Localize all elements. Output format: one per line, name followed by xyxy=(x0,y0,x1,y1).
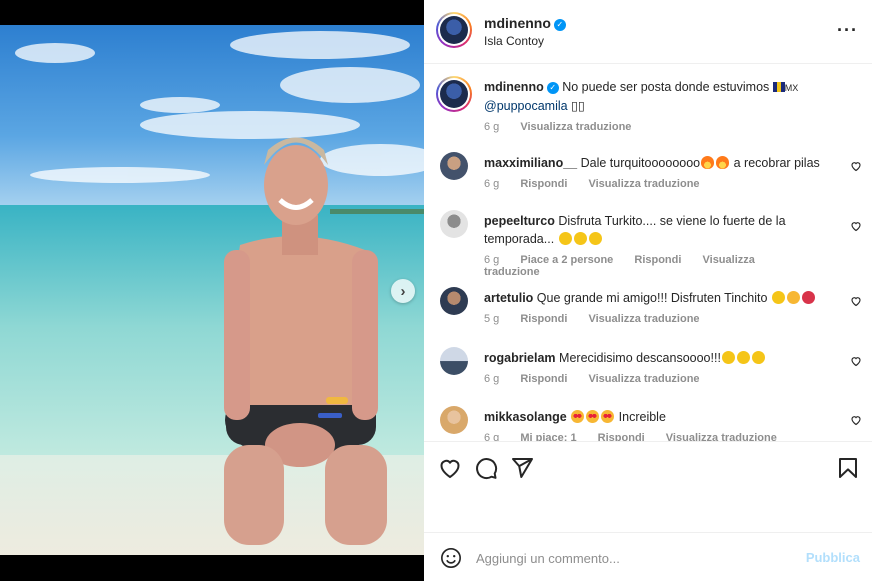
caption-tail: ▯▯ xyxy=(571,99,585,113)
comment-text: Increible xyxy=(618,410,666,424)
share-icon[interactable] xyxy=(510,456,534,480)
comment-text: Dale turquitoooooooo xyxy=(580,156,701,170)
comment-text-tail: a recobrar pilas xyxy=(733,156,820,170)
translate-link[interactable]: Visualizza traduzione xyxy=(588,373,699,385)
likes-count[interactable]: Piace a 2 persone xyxy=(520,254,613,266)
next-photo-button[interactable]: › xyxy=(391,279,415,303)
reply-link[interactable]: Rispondi xyxy=(520,178,567,190)
heart-eyes-emoji xyxy=(586,410,600,423)
clap-emoji xyxy=(736,351,750,364)
comment-icon[interactable] xyxy=(474,456,498,480)
caption-translate-link[interactable]: Visualizza traduzione xyxy=(520,121,631,133)
comment-age[interactable]: 6 g xyxy=(484,432,499,441)
reply-link[interactable]: Rispondi xyxy=(598,432,645,441)
author-username[interactable]: mdinenno xyxy=(484,15,551,31)
bookmark-icon[interactable] xyxy=(836,456,860,480)
caption-avatar[interactable] xyxy=(436,76,472,112)
beach-photo xyxy=(0,25,424,555)
reply-link[interactable]: Rispondi xyxy=(520,313,567,325)
reply-link[interactable]: Rispondi xyxy=(634,254,681,266)
like-comment-heart-icon[interactable] xyxy=(850,220,862,232)
flag-icon xyxy=(772,82,785,92)
like-comment-heart-icon[interactable] xyxy=(850,295,862,307)
post-media: › xyxy=(0,0,424,581)
commenter-avatar[interactable] xyxy=(440,347,468,375)
face-emoji xyxy=(786,291,800,304)
caption-username[interactable]: mdinenno xyxy=(484,80,544,94)
author-avatar[interactable] xyxy=(436,12,472,48)
comment-age[interactable]: 6 g xyxy=(484,373,499,385)
post-actions xyxy=(424,443,872,533)
heart-icon[interactable] xyxy=(438,456,462,480)
publish-button[interactable]: Pubblica xyxy=(806,550,860,565)
comment-username[interactable]: maxximiliano__ xyxy=(484,156,577,170)
fire-emoji xyxy=(701,156,715,169)
caption-age[interactable]: 6 g xyxy=(484,121,499,133)
raised-hands-emoji xyxy=(771,291,785,304)
post-photo[interactable] xyxy=(0,25,424,555)
comment-username[interactable]: pepeelturco xyxy=(484,214,555,228)
heart-eyes-emoji xyxy=(571,410,585,423)
comments-list: mdinenno ✓ No puede ser posta donde estuv… xyxy=(424,64,872,442)
emoji-icon[interactable] xyxy=(440,547,462,569)
post-header: mdinenno ✓ Isla Contoy ··· xyxy=(424,0,872,64)
caption-flag: MX xyxy=(784,83,799,93)
fire-emoji xyxy=(716,156,730,169)
comment-age[interactable]: 6 g xyxy=(484,178,499,190)
comment-username[interactable]: artetulio xyxy=(484,291,533,305)
verified-icon: ✓ xyxy=(546,82,559,94)
verified-icon: ✓ xyxy=(553,19,566,31)
like-comment-heart-icon[interactable] xyxy=(850,160,862,172)
comment-username[interactable]: mikkasolange xyxy=(484,410,567,424)
bow-emoji xyxy=(801,291,815,304)
commenter-avatar[interactable] xyxy=(440,406,468,434)
muscle-emoji xyxy=(558,232,572,245)
heart-eyes-emoji xyxy=(601,410,615,423)
comment-age[interactable]: 6 g xyxy=(484,254,499,266)
post-panel: mdinenno ✓ Isla Contoy ··· mdinenno ✓ No p… xyxy=(424,0,872,581)
clap-emoji xyxy=(751,351,765,364)
translate-link[interactable]: Visualizza traduzione xyxy=(666,432,777,441)
more-options-icon[interactable]: ··· xyxy=(837,20,858,41)
commenter-avatar[interactable] xyxy=(440,287,468,315)
translate-link[interactable]: Visualizza traduzione xyxy=(588,313,699,325)
comment-text: Que grande mi amigo!!! Disfruten Tinchit… xyxy=(536,291,768,305)
like-comment-heart-icon[interactable] xyxy=(850,355,862,367)
like-comment-heart-icon[interactable] xyxy=(850,414,862,426)
caption-mention[interactable]: @puppocamila xyxy=(484,99,568,113)
muscle-emoji xyxy=(588,232,602,245)
comment-username[interactable]: rogabrielam xyxy=(484,351,556,365)
reply-link[interactable]: Rispondi xyxy=(520,373,567,385)
commenter-avatar[interactable] xyxy=(440,152,468,180)
comment-age[interactable]: 5 g xyxy=(484,313,499,325)
commenter-avatar[interactable] xyxy=(440,210,468,238)
comment-input[interactable] xyxy=(476,546,796,570)
clap-emoji xyxy=(721,351,735,364)
comment-text: Merecidisimo descansoooo!!! xyxy=(559,351,721,365)
caption-text: No puede ser posta donde estuvimos xyxy=(562,80,770,94)
translate-link[interactable]: Visualizza traduzione xyxy=(588,178,699,190)
likes-count[interactable]: Mi piace: 1 xyxy=(520,432,576,441)
add-comment-bar: Pubblica xyxy=(424,534,872,581)
post-location[interactable]: Isla Contoy xyxy=(484,34,544,48)
muscle-emoji xyxy=(573,232,587,245)
